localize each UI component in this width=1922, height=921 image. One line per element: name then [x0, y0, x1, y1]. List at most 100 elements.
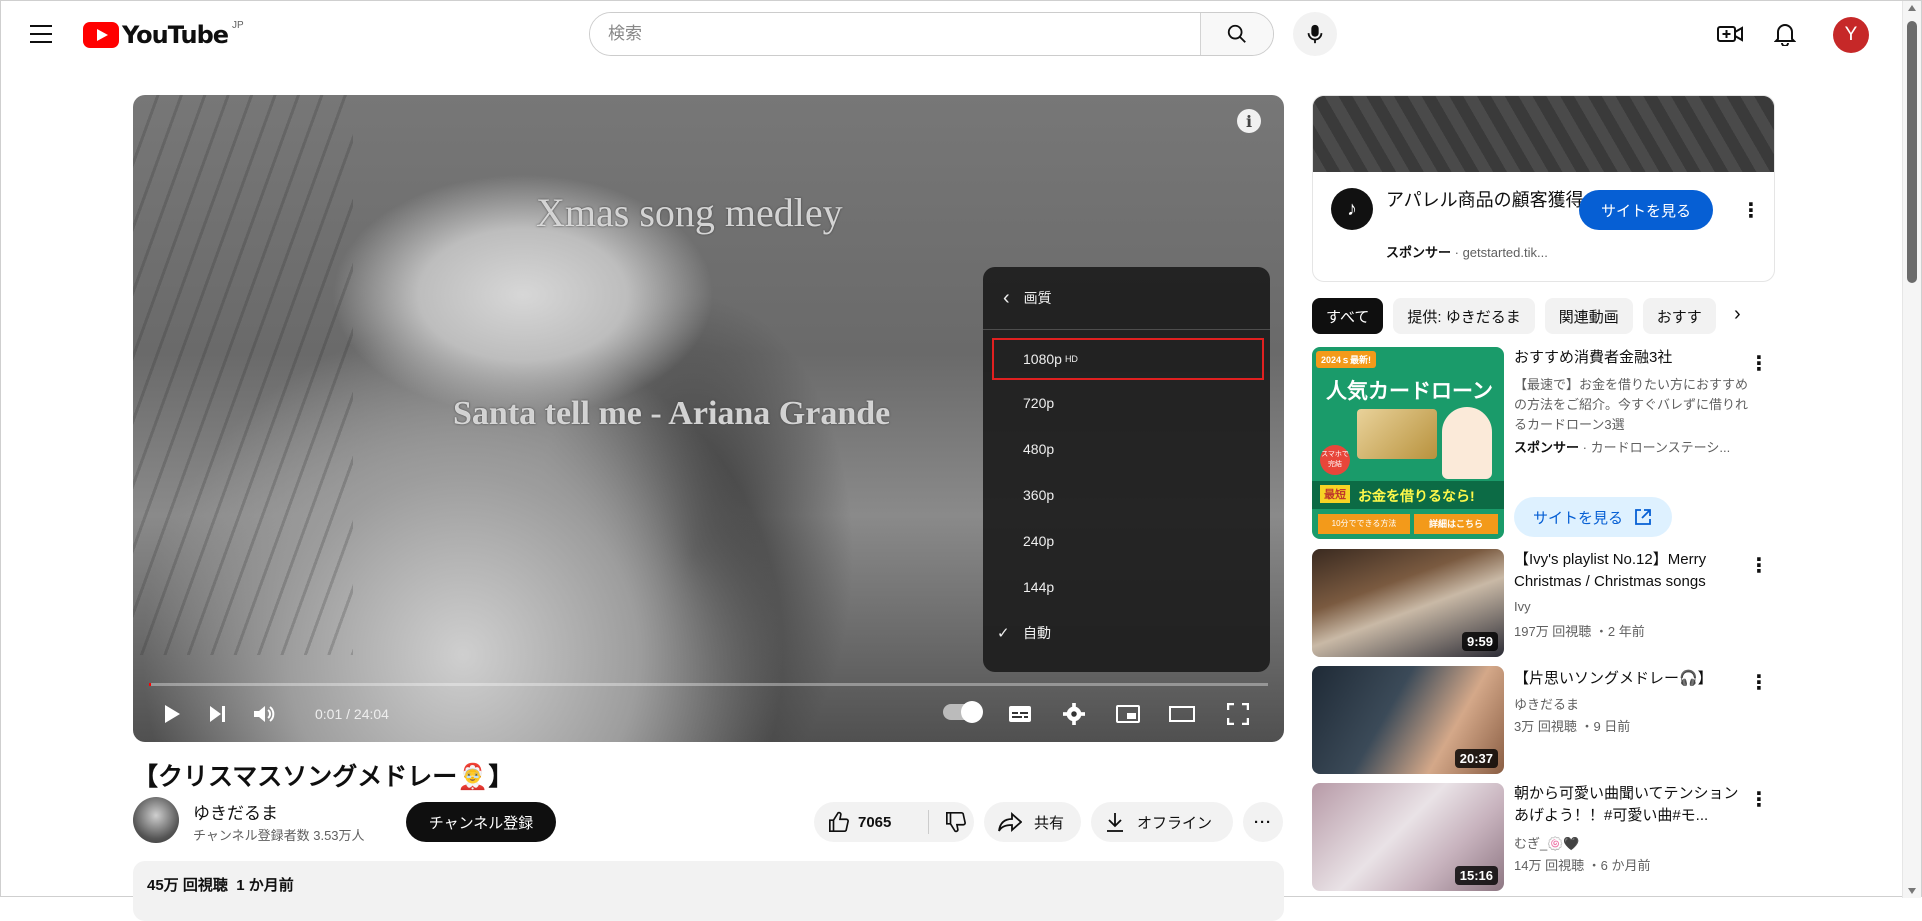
- voice-search-button[interactable]: [1293, 12, 1337, 56]
- like-dislike-group: 7065: [814, 802, 974, 842]
- ad-sponsor-line: スポンサー · getstarted.tik...: [1386, 245, 1548, 260]
- quality-option-360p[interactable]: 360p: [983, 472, 1270, 518]
- quality-option-144p[interactable]: 144p: [983, 564, 1270, 610]
- ad-title: アパレル商品の顧客獲得: [1386, 190, 1584, 210]
- rec-title[interactable]: 朝から可愛い曲聞いてテンションあげよう！！#可愛い曲#モ...: [1514, 783, 1739, 827]
- more-vert-icon[interactable]: ⋮: [1749, 349, 1769, 377]
- rec-title[interactable]: おすすめ消費者金融3社: [1514, 347, 1739, 369]
- sponsored-ad-card[interactable]: ♪ アパレル商品の顧客獲得 スポンサー · getstarted.tik... …: [1312, 95, 1775, 282]
- rec-channel[interactable]: ゆきだるま: [1514, 694, 1579, 713]
- credit-card-image: [1357, 409, 1437, 459]
- subtitles-button[interactable]: [1003, 698, 1037, 730]
- video-thumbnail: 15:16: [1312, 783, 1504, 891]
- scroll-down-icon[interactable]: [1908, 888, 1916, 894]
- recommended-video[interactable]: 9:59 【Ivy's playlist No.12】Merry Christm…: [1312, 549, 1769, 659]
- chip-recommended[interactable]: おすす: [1642, 298, 1716, 334]
- quality-option-auto[interactable]: ✓ 自動: [983, 610, 1270, 656]
- scrollbar-thumb[interactable]: [1907, 21, 1917, 283]
- quality-label: 144p: [1023, 579, 1055, 595]
- theater-mode-button[interactable]: [1165, 698, 1199, 730]
- chevron-left-icon: ‹: [1003, 286, 1010, 309]
- time-display: 0:01 / 24:04: [315, 706, 389, 722]
- play-button[interactable]: [155, 698, 189, 730]
- video-title: 【クリスマスソングメドレー🤶】: [133, 763, 514, 791]
- video-player[interactable]: Xmas song medley Santa tell me - Ariana …: [133, 95, 1284, 742]
- rec-meta: 197万 回視聴 ・2 年前: [1514, 624, 1645, 639]
- ad-thumb-bottom: お金を借りるなら!: [1358, 488, 1475, 504]
- mute-button[interactable]: [247, 698, 281, 730]
- quality-option-240p[interactable]: 240p: [983, 518, 1270, 564]
- rec-title[interactable]: 【片思いソングメドレー🎧】: [1514, 668, 1739, 690]
- video-overlay-song: Santa tell me - Ariana Grande: [453, 395, 891, 432]
- quality-label: 240p: [1023, 533, 1055, 549]
- quality-menu-back[interactable]: ‹ 画質: [983, 267, 1270, 330]
- youtube-logo[interactable]: YouTube JP: [83, 19, 244, 49]
- fullscreen-icon: [1227, 703, 1249, 725]
- rec-channel[interactable]: むぎ_🍥🖤: [1514, 833, 1580, 852]
- channel-avatar[interactable]: [133, 797, 179, 843]
- subtitles-icon: [1009, 706, 1031, 722]
- rec-meta: 14万 回視聴 ・6 か月前: [1514, 858, 1651, 873]
- offline-label: オフライン: [1137, 814, 1213, 832]
- subscribe-button[interactable]: チャンネル登録: [406, 802, 556, 842]
- like-button[interactable]: 7065: [814, 810, 929, 834]
- more-actions-button[interactable]: ···: [1243, 802, 1283, 842]
- quality-label: 自動: [1023, 625, 1051, 641]
- ad-banner: [1313, 96, 1774, 172]
- search-box: [589, 12, 1274, 56]
- more-vert-icon[interactable]: ⋮: [1749, 551, 1769, 579]
- quality-option-1080p[interactable]: 1080p HD: [992, 338, 1264, 380]
- recommended-video[interactable]: 20:37 【片思いソングメドレー🎧】 ゆきだるま 3万 回視聴 ・9 日前 ⋮: [1312, 666, 1769, 776]
- chip-all[interactable]: すべて: [1312, 298, 1384, 334]
- more-vert-icon[interactable]: ⋮: [1749, 668, 1769, 696]
- video-thumbnail: 20:37: [1312, 666, 1504, 774]
- rec-channel[interactable]: Ivy: [1514, 599, 1531, 614]
- miniplayer-button[interactable]: [1111, 698, 1145, 730]
- account-avatar[interactable]: Y: [1833, 17, 1869, 53]
- page-scrollbar[interactable]: [1902, 1, 1921, 898]
- menu-icon[interactable]: [23, 19, 59, 49]
- sponsored-recommendation[interactable]: 2024ｓ最新! 人気カードローン スマホで完結 最短 お金を借りるなら! 10…: [1312, 347, 1769, 547]
- ad-domain: getstarted.tik...: [1462, 245, 1548, 260]
- share-button[interactable]: 共有: [984, 802, 1081, 842]
- ad-thumb-badge: 2024ｓ最新!: [1316, 351, 1377, 368]
- description-box[interactable]: 45万 回視聴 1 か月前: [133, 861, 1284, 921]
- dislike-button[interactable]: [929, 811, 967, 833]
- person-illustration: [1442, 407, 1492, 479]
- quality-option-480p[interactable]: 480p: [983, 426, 1270, 472]
- quality-option-720p[interactable]: 720p: [983, 380, 1270, 426]
- more-horizontal-icon: ···: [1254, 813, 1272, 831]
- ad-thumbnail: 2024ｓ最新! 人気カードローン スマホで完結 最短 お金を借りるなら! 10…: [1312, 347, 1504, 539]
- quality-menu: ‹ 画質 1080p HD 720p 480p 360p 240p 144p ✓ …: [983, 267, 1270, 672]
- recommended-video[interactable]: 15:16 朝から可愛い曲聞いてテンションあげよう！！#可愛い曲#モ... むぎ…: [1312, 783, 1769, 893]
- autoplay-toggle[interactable]: [943, 701, 983, 723]
- rec-meta: 3万 回視聴 ・9 日前: [1514, 719, 1631, 734]
- quality-label: 1080p: [1023, 351, 1062, 367]
- quality-label: 360p: [1023, 487, 1055, 503]
- more-vert-icon[interactable]: ⋮: [1741, 196, 1761, 224]
- settings-button[interactable]: [1057, 698, 1091, 730]
- thumbs-down-icon: [946, 812, 966, 833]
- youtube-play-icon: [83, 22, 119, 48]
- microphone-icon: [1307, 24, 1323, 44]
- notifications-button[interactable]: [1768, 17, 1802, 51]
- download-button[interactable]: オフライン: [1091, 802, 1233, 842]
- ad-thumb-headline: 人気カードローン: [1326, 380, 1493, 403]
- download-icon: [1107, 813, 1123, 832]
- fullscreen-button[interactable]: [1221, 698, 1255, 730]
- chip-from-channel[interactable]: 提供: ゆきだるま: [1393, 298, 1535, 334]
- chevron-right-icon[interactable]: ›: [1734, 303, 1741, 326]
- rec-visit-site-button[interactable]: サイトを見る: [1514, 497, 1672, 537]
- search-input[interactable]: [590, 13, 1200, 55]
- info-icon[interactable]: i: [1237, 109, 1261, 133]
- more-vert-icon[interactable]: ⋮: [1749, 785, 1769, 813]
- rec-title[interactable]: 【Ivy's playlist No.12】Merry Christmas / …: [1514, 549, 1739, 593]
- next-button[interactable]: [201, 698, 235, 730]
- channel-name[interactable]: ゆきだるま: [193, 799, 278, 824]
- chip-related[interactable]: 関連動画: [1544, 298, 1633, 334]
- search-button[interactable]: [1200, 13, 1273, 55]
- create-video-button[interactable]: [1713, 17, 1747, 51]
- scroll-up-icon[interactable]: [1908, 5, 1916, 11]
- country-code: JP: [232, 19, 244, 31]
- visit-site-button[interactable]: サイトを見る: [1579, 190, 1713, 230]
